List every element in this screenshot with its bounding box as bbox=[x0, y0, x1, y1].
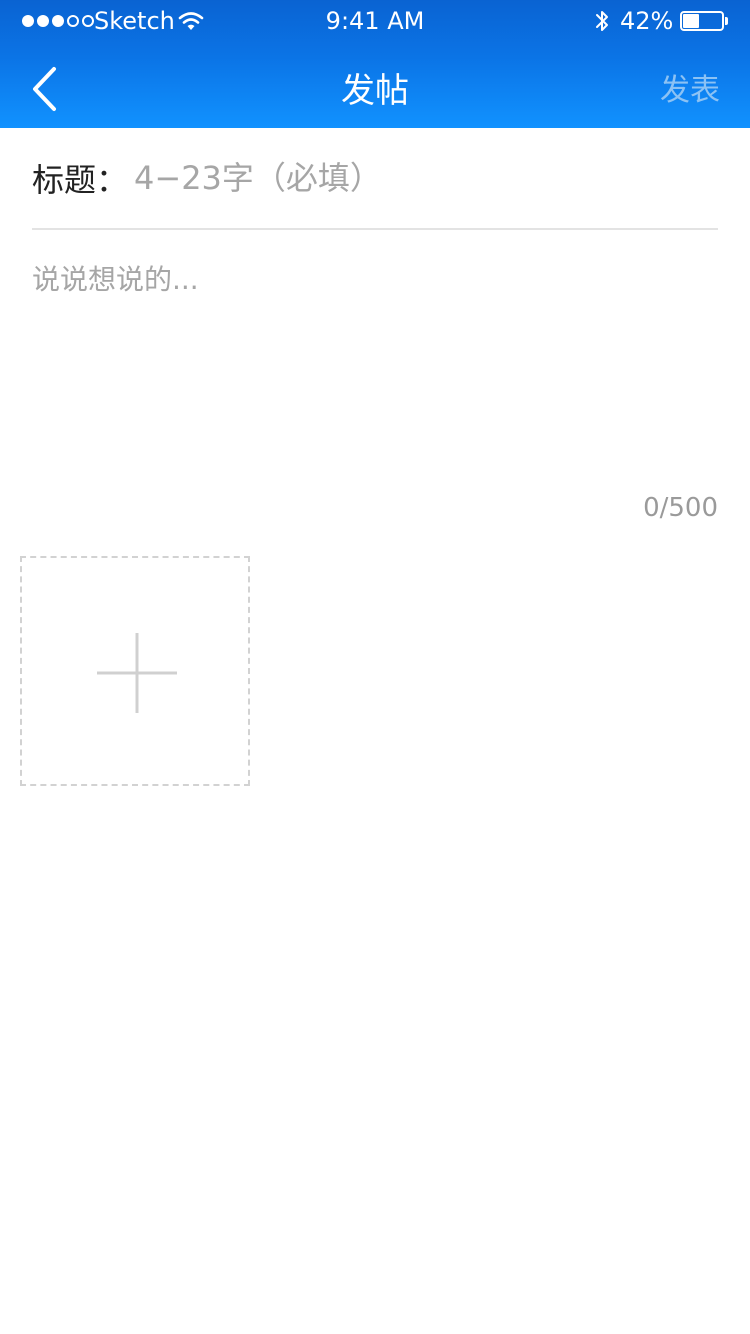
body-textarea[interactable] bbox=[32, 258, 718, 478]
title-row: 标题： bbox=[32, 128, 718, 230]
post-compose-screen: Sketch 9:41 AM 42% 发帖 发表 标题： 4−23字（必填） 说… bbox=[0, 0, 750, 1334]
battery-fill bbox=[683, 14, 699, 28]
battery-nub bbox=[725, 17, 728, 25]
character-counter: 0/500 bbox=[643, 493, 718, 523]
plus-icon bbox=[97, 633, 177, 713]
app-header: Sketch 9:41 AM 42% 发帖 发表 bbox=[0, 0, 750, 128]
title-input[interactable] bbox=[128, 148, 718, 208]
battery-icon bbox=[680, 11, 730, 33]
publish-button[interactable]: 发表 bbox=[660, 66, 720, 116]
page-title: 发帖 bbox=[341, 71, 409, 111]
bluetooth-icon bbox=[594, 8, 610, 34]
battery-percent: 42% bbox=[620, 7, 674, 35]
status-bar: Sketch 9:41 AM 42% bbox=[0, 0, 750, 40]
title-label: 标题： bbox=[32, 161, 129, 199]
add-image-button[interactable] bbox=[20, 556, 250, 786]
